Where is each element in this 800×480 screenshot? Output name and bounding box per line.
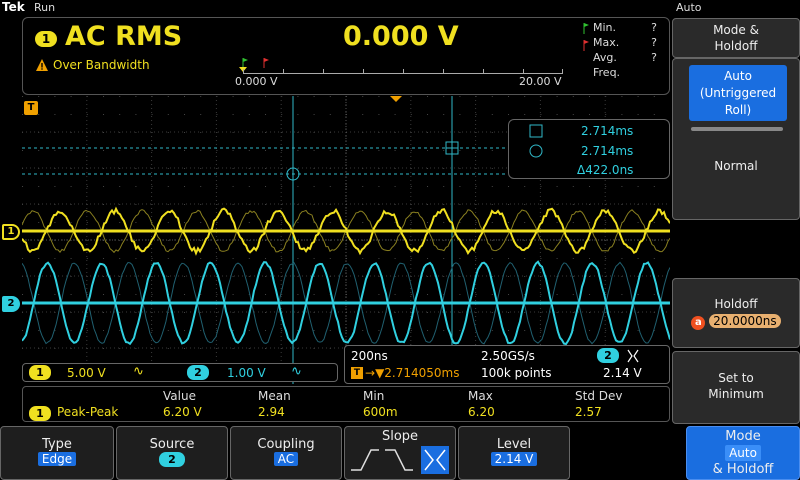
brand-logo: Tek xyxy=(2,0,25,14)
measurement-name: AC RMS xyxy=(65,21,182,52)
cell-max: 6.20 xyxy=(468,405,495,419)
cell-mean: 2.94 xyxy=(258,405,285,419)
cursor-t2: 2.714ms xyxy=(581,144,633,158)
warning-icon xyxy=(35,58,49,72)
bottom-type-button[interactable]: Type Edge xyxy=(0,426,114,480)
cursor-delta: Δ422.0ns xyxy=(577,163,633,177)
coupling-value: AC xyxy=(274,452,298,466)
level-value: 2.14 V xyxy=(491,452,538,466)
bottom-source-button[interactable]: Source 2 xyxy=(116,426,228,480)
side-menu-title: Mode & Holdoff xyxy=(672,18,800,58)
measurement-stats-table: Value Mean Min Max Std Dev 1 Peak-Peak 6… xyxy=(22,386,670,422)
trigger-level: 2.14 V xyxy=(603,366,642,380)
ch1-scale: 5.00 V xyxy=(67,366,106,380)
range-low-label: 0.000 V xyxy=(235,75,278,88)
measurement-readout: 1 AC RMS 0.000 V Over Bandwidth 0.000 V … xyxy=(22,17,670,95)
run-state: Run xyxy=(34,1,55,14)
col-header: Mean xyxy=(258,389,291,403)
type-value: Edge xyxy=(38,452,76,466)
bottom-mode-holdoff-button[interactable]: Mode Auto & Holdoff xyxy=(686,426,800,480)
readout-channel-badge: 1 xyxy=(35,31,57,47)
bottom-slope-button[interactable]: Slope xyxy=(344,426,456,480)
ac-coupling-icon: ∿ xyxy=(291,364,302,379)
warning-text: Over Bandwidth xyxy=(53,58,150,72)
col-header: Max xyxy=(468,389,493,403)
set-to-minimum-button[interactable]: Set to Minimum xyxy=(672,351,800,424)
cell-min: 600m xyxy=(363,405,398,419)
stat-flags-icon xyxy=(579,21,591,55)
cell-value: 6.20 V xyxy=(163,405,202,419)
trigger-t-marker: T xyxy=(24,101,38,115)
trigger-position-icon: T xyxy=(351,367,363,379)
holdoff-button[interactable]: Holdoff a 20.0000ns xyxy=(672,278,800,348)
trigger-position: →▼2.714050ms xyxy=(365,366,460,380)
stat-freq: Freq. xyxy=(591,66,665,81)
channel-scale-bar: 1 5.00 V ∿ 2 1.00 V ∿ xyxy=(22,363,338,382)
mode-separator xyxy=(691,127,783,131)
circle-cursor-icon xyxy=(529,144,543,158)
ch2-level-marker[interactable]: 2 xyxy=(2,296,20,312)
square-cursor-icon xyxy=(529,124,543,138)
ch1-scale-badge[interactable]: 1 xyxy=(29,365,51,380)
side-menu: Mode & Holdoff Auto (Untriggered Roll) N… xyxy=(672,18,800,424)
slope-falling-icon[interactable] xyxy=(385,450,413,470)
cell-std-dev: 2.57 xyxy=(575,405,602,419)
range-high-label: 20.00 V xyxy=(519,75,562,88)
source-value: 2 xyxy=(159,452,185,467)
ch2-scale: 1.00 V xyxy=(227,366,266,380)
status-bar: Tek Run Auto xyxy=(0,0,800,16)
row-channel-badge: 1 xyxy=(29,406,51,421)
record-length: 100k points xyxy=(481,366,552,380)
bottom-coupling-button[interactable]: Coupling AC xyxy=(230,426,342,480)
cursor-readout: 2.714ms 2.714ms Δ422.0ns xyxy=(508,119,670,179)
ch2-scale-badge[interactable]: 2 xyxy=(187,365,209,380)
row-name: Peak-Peak xyxy=(57,405,118,419)
multipurpose-knob-a-icon: a xyxy=(691,316,705,330)
holdoff-label: Holdoff xyxy=(673,297,799,311)
trigger-mode-status: Auto xyxy=(676,1,702,14)
stat-avg: Avg.? xyxy=(591,51,665,66)
mode-selector[interactable]: Auto (Untriggered Roll) Normal xyxy=(672,58,800,220)
mode-normal-option[interactable]: Normal xyxy=(673,159,799,173)
slope-either-icon xyxy=(627,349,639,363)
mode-auto-option[interactable]: Auto (Untriggered Roll) xyxy=(689,65,787,121)
stat-min: Min.? xyxy=(591,21,665,36)
col-header: Min xyxy=(363,389,384,403)
trigger-source-badge: 2 xyxy=(597,348,619,363)
col-header: Std Dev xyxy=(575,389,622,403)
slope-rising-icon[interactable] xyxy=(351,450,379,470)
cursor-t1: 2.714ms xyxy=(581,124,633,138)
ch1-level-marker[interactable]: 1 xyxy=(2,224,20,240)
holdoff-value: 20.0000ns xyxy=(709,314,780,328)
readout-stats: Min.? Max.? Avg.? Freq. xyxy=(591,21,665,81)
timebase-readout: 200ns 2.50GS/s 2 T →▼2.714050ms 100k poi… xyxy=(344,345,670,384)
ac-coupling-icon: ∿ xyxy=(133,364,144,379)
horizontal-scale: 200ns xyxy=(351,349,388,363)
mode-value: Auto xyxy=(725,445,761,461)
sample-rate: 2.50GS/s xyxy=(481,349,535,363)
col-header: Value xyxy=(163,389,196,403)
stat-max: Max.? xyxy=(591,36,665,51)
measurement-value: 0.000 V xyxy=(343,21,459,52)
bottom-level-button[interactable]: Level 2.14 V xyxy=(458,426,570,480)
